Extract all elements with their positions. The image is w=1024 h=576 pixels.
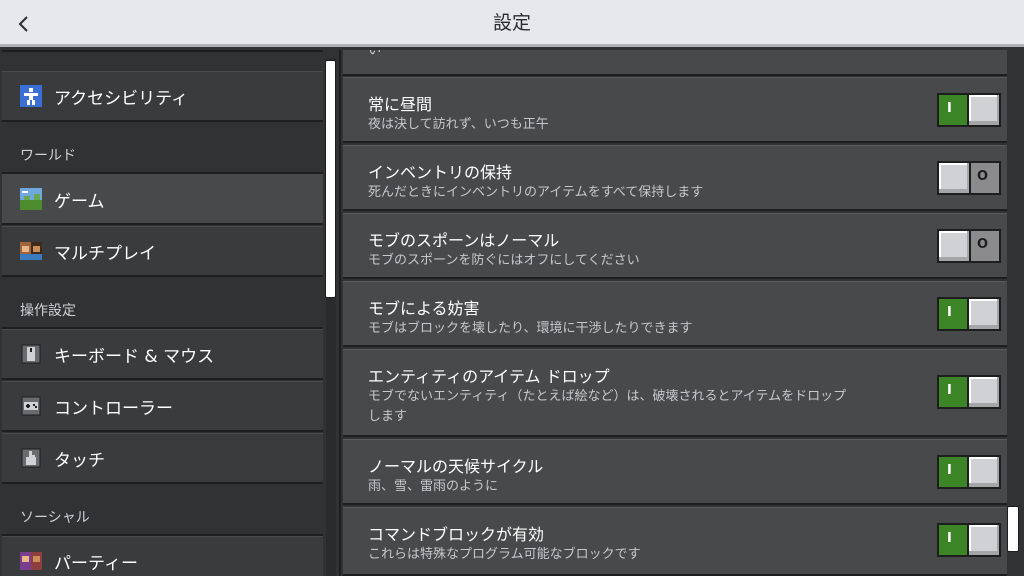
players-icon (20, 242, 42, 260)
sidebar-item-label: コントローラー (54, 398, 173, 419)
toggle-knob (967, 375, 1001, 409)
setting-description: 夜は決して訪れず、いつも正午 (368, 117, 549, 132)
mouse-icon (21, 344, 41, 364)
sidebar-group-social: ソーシャル (20, 510, 90, 526)
toggle-knob (937, 161, 971, 195)
setting-title: ノーマルの天候サイクル (368, 457, 544, 476)
sidebar-scrollbar-thumb[interactable] (325, 60, 336, 298)
top-bar: 設定 (0, 0, 1024, 47)
page-title: 設定 (492, 12, 531, 34)
setting-description: 雨、雪、雷雨のように (368, 479, 499, 494)
sidebar-item-party[interactable]: パーティー (2, 536, 323, 576)
toggle-on-mark: I (947, 383, 952, 398)
mob-griefing-toggle[interactable]: I (937, 297, 1001, 331)
setting-description: これらは特殊なプログラム可能なブロックです (368, 547, 641, 562)
sidebar-item-label: タッチ (54, 450, 105, 471)
sidebar-item-label: パーティー (54, 553, 138, 574)
toggle-on-mark: I (947, 101, 952, 116)
toggle-on-mark: I (947, 305, 952, 320)
mob-spawning-toggle[interactable]: O (937, 229, 1001, 263)
toggle-on-mark: I (947, 531, 952, 546)
setting-description: モブのスポーンを防ぐにはオフにしてください (368, 253, 640, 268)
keep-inventory-toggle[interactable]: O (937, 161, 1001, 195)
setting-row-partial: い (343, 50, 1007, 76)
setting-title: 常に昼間 (368, 95, 433, 114)
sidebar-item-accessibility[interactable]: アクセシビリティ (2, 71, 323, 122)
sidebar-item-game[interactable]: ゲーム (2, 174, 323, 225)
sidebar-group-world: ワールド (20, 148, 76, 164)
setting-row: エンティティのアイテム ドロップ モブでないエンティティ（たとえば絵など）は、破… (343, 349, 1007, 437)
sidebar-item-label: アクセシビリティ (54, 88, 189, 109)
setting-description: 死んだときにインベントリのアイテムをすべて保持します (368, 185, 704, 200)
hand-touch-icon (21, 448, 41, 468)
toggle-off-mark: O (977, 169, 989, 184)
setting-description: モブでないエンティティ（たとえば絵など）は、破壊されるとアイテムをドロップします (368, 389, 847, 424)
setting-row: コマンドブロックが有効 これらは特殊なプログラム可能なブロックです I (343, 507, 1007, 576)
sidebar-item-controller[interactable]: コントローラー (2, 381, 323, 432)
gamepad-icon (21, 396, 41, 416)
setting-row: インベントリの保持 死んだときにインベントリのアイテムをすべて保持します O (343, 145, 1007, 211)
toggle-knob (937, 229, 971, 263)
settings-panel: い 常に昼間 夜は決して訪れず、いつも正午 I インベントリの保持 死んだときに… (343, 50, 1024, 576)
command-blocks-toggle[interactable]: I (937, 523, 1001, 557)
sidebar-item-touch[interactable]: タッチ (2, 433, 323, 484)
setting-description: モブはブロックを壊したり、環境に干渉したりできます (368, 321, 693, 336)
setting-row: モブのスポーンはノーマル モブのスポーンを防ぐにはオフにしてください O (343, 213, 1007, 279)
setting-title: モブのスポーンはノーマル (368, 231, 560, 250)
sidebar-group-controls: 操作設定 (20, 303, 76, 319)
toggle-off-mark: O (977, 237, 989, 252)
toggle-knob (967, 523, 1001, 557)
entity-drops-toggle[interactable]: I (937, 375, 1001, 409)
setting-row: モブによる妨害 モブはブロックを壊したり、環境に干渉したりできます I (343, 281, 1007, 347)
sidebar-divider (2, 50, 323, 52)
toggle-knob (967, 455, 1001, 489)
sidebar-item-multiplayer[interactable]: マルチプレイ (2, 226, 323, 277)
toggle-knob (967, 297, 1001, 331)
setting-row: 常に昼間 夜は決して訪れず、いつも正午 I (343, 77, 1007, 143)
setting-row: ノーマルの天候サイクル 雨、雪、雷雨のように I (343, 439, 1007, 505)
sidebar-item-label: キーボード & マウス (54, 346, 215, 367)
sidebar: アクセシビリティ ワールド ゲーム マルチプレイ 操作設定 キーボード & マウ… (0, 50, 341, 576)
toggle-knob (967, 93, 1001, 127)
toggle-on-mark: I (947, 463, 952, 478)
setting-title: エンティティのアイテム ドロップ (368, 367, 610, 386)
sidebar-item-label: ゲーム (54, 191, 105, 212)
sidebar-item-label: マルチプレイ (54, 243, 156, 264)
setting-title: モブによる妨害 (368, 299, 480, 318)
always-day-toggle[interactable]: I (937, 93, 1001, 127)
sidebar-item-keyboard-mouse[interactable]: キーボード & マウス (2, 329, 323, 380)
setting-title: インベントリの保持 (368, 163, 513, 182)
setting-title: コマンドブロックが有効 (368, 525, 545, 544)
weather-cycle-toggle[interactable]: I (937, 455, 1001, 489)
landscape-icon (20, 188, 42, 210)
party-icon (20, 552, 42, 570)
accessibility-icon (20, 85, 42, 107)
settings-scrollbar-thumb[interactable] (1007, 506, 1019, 552)
settings-screen: 設定 アクセシビリティ ワールド ゲーム マルチプレイ 操作設定 キーボード &… (0, 0, 1024, 576)
setting-description: い (368, 50, 382, 58)
